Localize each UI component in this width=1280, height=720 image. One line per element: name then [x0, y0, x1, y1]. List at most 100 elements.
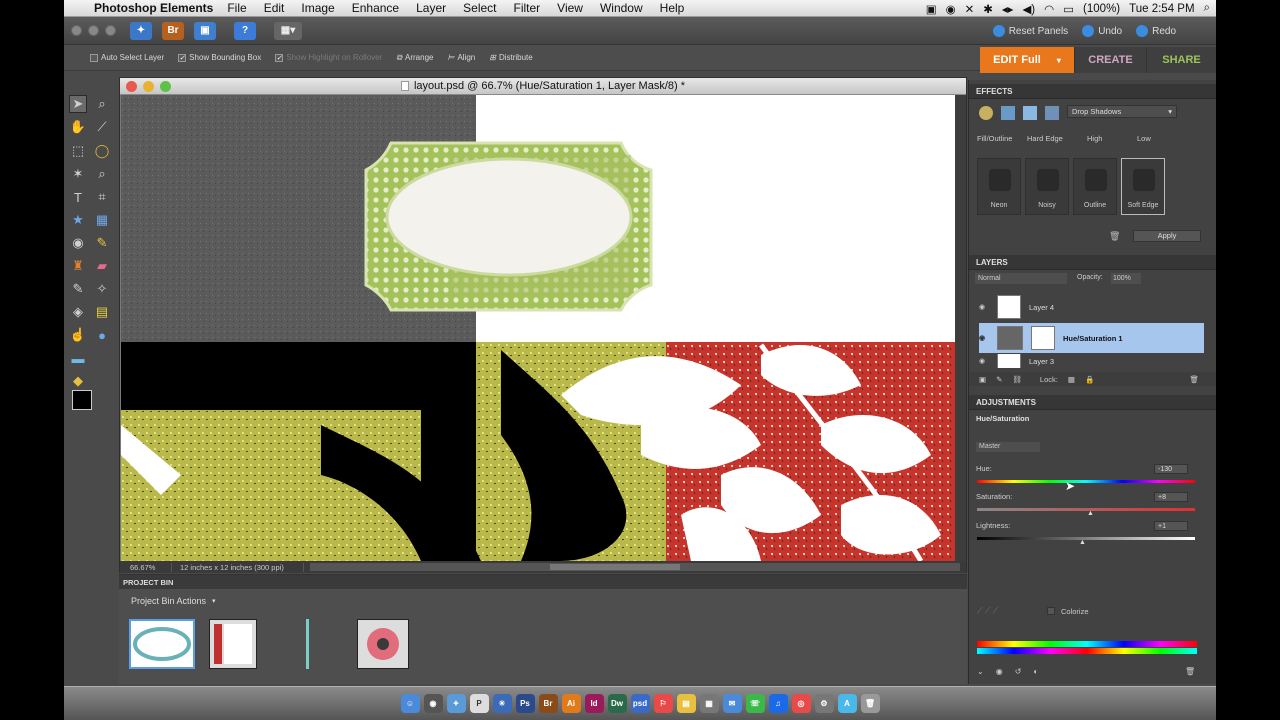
- zoom-level[interactable]: 66.67%: [120, 562, 172, 572]
- opacity-input[interactable]: 100%: [1111, 273, 1141, 284]
- menu-image[interactable]: Image: [301, 1, 334, 15]
- effect-tab-high[interactable]: High: [1087, 134, 1102, 143]
- finder-icon[interactable]: ☺: [400, 694, 420, 713]
- acrobat-icon[interactable]: ⚐: [653, 694, 673, 713]
- delete-layer-icon[interactable]: 🗑: [1189, 375, 1199, 384]
- cs-icon[interactable]: ◉: [946, 2, 956, 16]
- eye-icon[interactable]: ◉: [979, 357, 989, 365]
- menu-enhance[interactable]: Enhance: [352, 1, 399, 15]
- volume-icon[interactable]: ◀): [1022, 2, 1035, 16]
- menu-window[interactable]: Window: [600, 1, 643, 15]
- marquee-tool-icon[interactable]: ⬚: [69, 142, 87, 160]
- clip-icon[interactable]: ◐: [1033, 667, 1038, 676]
- eyedropper-tool-icon[interactable]: ⟋: [93, 118, 111, 136]
- saturation-slider[interactable]: [977, 508, 1195, 511]
- trash-icon[interactable]: 🗑: [1185, 667, 1195, 676]
- calendar-icon[interactable]: ▦: [699, 694, 719, 713]
- firefox-icon[interactable]: ◎: [791, 694, 811, 713]
- help-button[interactable]: ?: [234, 21, 256, 40]
- safari-icon[interactable]: ✦: [446, 694, 466, 713]
- colorize-checkbox[interactable]: [1047, 607, 1055, 615]
- effects-category-select[interactable]: Drop Shadows ▾: [1067, 105, 1177, 118]
- doc-minimize-dot[interactable]: [143, 81, 154, 92]
- menu-view[interactable]: View: [557, 1, 583, 15]
- wifi-icon[interactable]: ◠: [1044, 2, 1054, 16]
- effect-tab-low[interactable]: Low: [1137, 134, 1151, 143]
- quick-selection-tool-icon[interactable]: ⌕: [93, 165, 111, 183]
- effect-swatch-soft-edge[interactable]: Soft Edge: [1121, 158, 1165, 215]
- new-layer-icon[interactable]: ▣: [979, 375, 986, 384]
- layout-menu-icon[interactable]: ▦▾: [274, 21, 302, 40]
- clock[interactable]: Tue 2:54 PM: [1129, 3, 1194, 15]
- zoom-window-dot[interactable]: [105, 25, 116, 36]
- layer-row-layer-3[interactable]: ◉ Layer 3: [979, 354, 1204, 368]
- menu-filter[interactable]: Filter: [514, 1, 541, 15]
- bin-thumbnail-flower[interactable]: [357, 619, 409, 669]
- layer-styles-icon[interactable]: [1001, 106, 1015, 120]
- mail-icon[interactable]: ✉: [722, 694, 742, 713]
- all-effects-icon[interactable]: [1045, 106, 1059, 120]
- distribute-button[interactable]: ⊞ Distribute: [489, 53, 533, 62]
- bridge-button[interactable]: Br: [162, 21, 184, 40]
- menu-help[interactable]: Help: [660, 1, 685, 15]
- layers-panel-header[interactable]: LAYERS: [969, 255, 1216, 270]
- iphoto-icon[interactable]: ☀: [492, 694, 512, 713]
- smart-brush-tool-icon[interactable]: ✧: [93, 280, 111, 298]
- eraser-tool-icon[interactable]: ▰: [93, 257, 111, 275]
- new-file-icon[interactable]: ✦: [130, 21, 152, 40]
- app-name-menu[interactable]: Photoshop Elements: [94, 1, 213, 15]
- bridge-icon[interactable]: Br: [538, 694, 558, 713]
- lasso-tool-icon[interactable]: ◯: [93, 142, 111, 160]
- hand-tool-icon[interactable]: ✋: [69, 118, 87, 136]
- crop-tool-icon[interactable]: ⌗: [93, 188, 111, 206]
- trash-dock-icon[interactable]: 🗑: [860, 694, 880, 713]
- move-tool-icon[interactable]: ➤: [69, 95, 87, 113]
- psd-icon[interactable]: psd: [630, 694, 650, 713]
- menu-select[interactable]: Select: [463, 1, 496, 15]
- magic-wand-tool-icon[interactable]: ✶: [69, 165, 87, 183]
- menu-layer[interactable]: Layer: [416, 1, 446, 15]
- effect-swatch-outline[interactable]: Outline: [1073, 158, 1117, 215]
- dreamweaver-icon[interactable]: Dw: [607, 694, 627, 713]
- eyedropper-icons[interactable]: ⟋ ⟋ ⟋: [977, 606, 998, 616]
- channel-select[interactable]: Master: [976, 442, 1040, 452]
- tab-share[interactable]: SHARE: [1146, 47, 1216, 73]
- link-icon[interactable]: ⛓: [1012, 375, 1022, 384]
- lightness-value-input[interactable]: +1: [1154, 521, 1188, 531]
- type-tool-icon[interactable]: T: [69, 188, 87, 206]
- arrange-button[interactable]: ⧉ Arrange: [396, 53, 433, 63]
- brush-icon[interactable]: ✎: [996, 375, 1002, 384]
- sponge-tool-icon[interactable]: ●: [93, 326, 111, 344]
- menu-edit[interactable]: Edit: [264, 1, 285, 15]
- indesign-icon[interactable]: Id: [584, 694, 604, 713]
- document-title-bar[interactable]: layout.psd @ 66.7% (Hue/Saturation 1, La…: [120, 78, 966, 95]
- bin-thumbnail-strip[interactable]: [306, 619, 309, 669]
- hue-slider[interactable]: [977, 480, 1195, 483]
- media-controls-icon[interactable]: ◂▸: [1002, 2, 1014, 16]
- photoshop-icon[interactable]: Ps: [515, 694, 535, 713]
- eye-icon[interactable]: ◉: [979, 334, 989, 342]
- tab-edit-full[interactable]: EDIT Full ▾: [980, 47, 1074, 73]
- filters-icon[interactable]: [979, 106, 993, 120]
- blur-tool-icon[interactable]: ☝: [69, 326, 87, 344]
- bin-thumbnail-layout[interactable]: [209, 619, 257, 669]
- save-icon[interactable]: ▣: [194, 21, 216, 40]
- lightness-thumb[interactable]: ▲: [1079, 539, 1086, 546]
- battery-icon[interactable]: ▭: [1063, 2, 1074, 16]
- healing-brush-tool-icon[interactable]: ✎: [93, 234, 111, 252]
- show-bounding-checkbox[interactable]: ✓ Show Bounding Box: [178, 53, 261, 62]
- layer-row-layer-4[interactable]: ◉ Layer 4: [979, 292, 1204, 322]
- photo-effects-icon[interactable]: [1023, 106, 1037, 120]
- cookie-cutter-tool-icon[interactable]: ★: [69, 211, 87, 229]
- back-arrow-icon[interactable]: ⌄: [977, 667, 984, 676]
- layer-row-hue-saturation[interactable]: ◉ Hue/Saturation 1: [979, 323, 1204, 353]
- effect-swatch-neon[interactable]: Neon: [977, 158, 1021, 215]
- redo-button[interactable]: Redo: [1136, 25, 1176, 37]
- spotlight-icon[interactable]: ⌕: [1204, 2, 1210, 15]
- dashboard-icon[interactable]: ◉: [423, 694, 443, 713]
- effect-tab-hard-edge[interactable]: Hard Edge: [1027, 134, 1063, 143]
- pencil-tool-icon[interactable]: ◆: [69, 372, 87, 390]
- image-canvas[interactable]: [121, 95, 955, 561]
- messages-icon[interactable]: ☏: [745, 694, 765, 713]
- reset-icon[interactable]: ↺: [1015, 667, 1022, 676]
